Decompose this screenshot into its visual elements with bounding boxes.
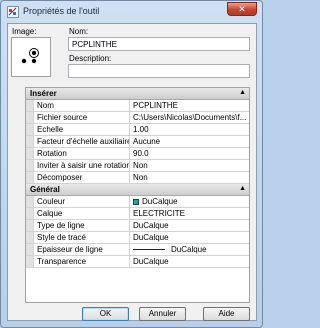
property-value[interactable]: Non: [130, 160, 249, 171]
property-label: Echelle: [34, 124, 130, 135]
property-label: Calque: [34, 208, 130, 219]
description-input[interactable]: [68, 64, 250, 78]
property-label: Type de ligne: [34, 220, 130, 231]
property-label: Fichier source: [34, 112, 130, 123]
close-icon: ✕: [238, 4, 246, 14]
properties-grid: Insérer ▲ Nom PCPLINTHE Fichier source C:\…: [25, 87, 250, 303]
property-label: Décomposer: [34, 172, 130, 183]
property-value[interactable]: DuCalque: [130, 256, 249, 267]
property-label: Transparence: [34, 256, 130, 267]
tool-palette-icon: [7, 6, 19, 18]
help-button[interactable]: Aide: [203, 307, 250, 321]
ok-button[interactable]: OK: [82, 307, 129, 321]
block-symbol-icon: [21, 48, 39, 64]
name-input[interactable]: PCPLINTHE: [68, 37, 250, 51]
property-label: Facteur d'échelle auxiliaire: [34, 136, 130, 147]
lineweight-line-icon: [133, 249, 165, 250]
window-title: Propriétés de l'outil: [23, 6, 100, 16]
property-value[interactable]: Non: [130, 172, 249, 183]
property-label: Nom: [34, 100, 130, 111]
property-value[interactable]: C:\Users\Nicolas\Documents\f...: [130, 112, 249, 123]
property-value[interactable]: DuCalque: [130, 232, 249, 243]
collapse-icon[interactable]: ▲: [239, 185, 246, 192]
property-row[interactable]: Facteur d'échelle auxiliaire Aucune: [26, 136, 249, 148]
title-bar[interactable]: Propriétés de l'outil ✕: [1, 1, 262, 23]
description-label: Description:: [69, 54, 112, 63]
property-row[interactable]: Transparence DuCalque: [26, 256, 249, 268]
property-row[interactable]: Rotation 90.0: [26, 148, 249, 160]
property-value[interactable]: PCPLINTHE: [130, 100, 249, 111]
property-row[interactable]: Décomposer Non: [26, 172, 249, 184]
property-value[interactable]: DuCalque: [130, 244, 249, 255]
property-value[interactable]: DuCalque: [130, 220, 249, 231]
property-row[interactable]: Style de tracé DuCalque: [26, 232, 249, 244]
close-button[interactable]: ✕: [227, 2, 257, 16]
property-row[interactable]: Echelle 1.00: [26, 124, 249, 136]
property-row[interactable]: Nom PCPLINTHE: [26, 100, 249, 112]
section-title: Général: [30, 185, 60, 194]
property-row[interactable]: Type de ligne DuCalque: [26, 220, 249, 232]
collapse-icon[interactable]: ▲: [239, 89, 246, 96]
image-label: Image:: [12, 27, 37, 36]
section-header-general[interactable]: Général ▲: [26, 184, 249, 196]
property-label: Rotation: [34, 148, 130, 159]
property-label: Style de tracé: [34, 232, 130, 243]
property-value[interactable]: DuCalque: [130, 196, 249, 207]
property-row[interactable]: Couleur DuCalque: [26, 196, 249, 208]
property-label: Couleur: [34, 196, 130, 207]
tool-image-preview[interactable]: [11, 37, 51, 77]
section-header-inserer[interactable]: Insérer ▲: [26, 88, 249, 100]
dialog-content: Image: Nom: PCPLINTHE Description: Insér…: [7, 23, 257, 321]
tool-properties-dialog: Propriétés de l'outil ✕ Image: Nom: PCPL…: [0, 0, 263, 328]
property-row[interactable]: Inviter à saisir une rotation Non: [26, 160, 249, 172]
property-row[interactable]: Calque ELECTRICITE: [26, 208, 249, 220]
name-label: Nom:: [69, 27, 89, 36]
property-value[interactable]: 1.00: [130, 124, 249, 135]
property-value[interactable]: Aucune: [130, 136, 249, 147]
property-value[interactable]: ELECTRICITE: [130, 208, 249, 219]
property-label: Inviter à saisir une rotation: [34, 160, 130, 171]
property-row[interactable]: Epaisseur de ligne DuCalque: [26, 244, 249, 256]
color-swatch-icon: [133, 198, 139, 205]
property-label: Epaisseur de ligne: [34, 244, 130, 255]
property-row[interactable]: Fichier source C:\Users\Nicolas\Documents…: [26, 112, 249, 124]
section-title: Insérer: [30, 89, 57, 98]
cancel-button[interactable]: Annuler: [139, 307, 186, 321]
property-value[interactable]: 90.0: [130, 148, 249, 159]
